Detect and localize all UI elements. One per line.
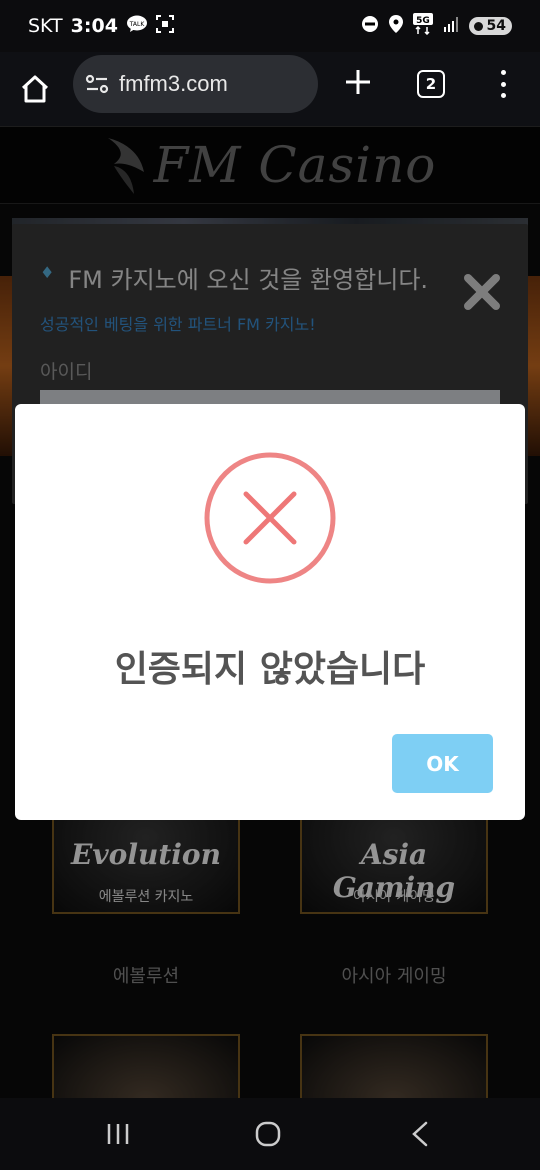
alert-title: 인증되지 않았습니다 <box>114 649 426 690</box>
url-text: fmfm3.com <box>119 71 228 96</box>
home-nav-button[interactable] <box>248 1116 288 1152</box>
clock: 3:04 <box>70 15 118 37</box>
plus-icon <box>346 70 370 94</box>
system-nav-bar <box>0 1098 540 1170</box>
browser-toolbar: fmfm3.com 2 <box>0 52 540 126</box>
tab-switcher-button[interactable]: 2 <box>417 70 445 98</box>
location-icon <box>388 14 403 38</box>
network-label: 5G <box>416 16 430 26</box>
home-icon <box>21 75 49 103</box>
do-not-disturb-icon <box>361 15 379 38</box>
menu-dot-icon <box>500 81 506 87</box>
ok-button[interactable]: OK <box>392 734 493 793</box>
alert-dialog: 인증되지 않았습니다 OK <box>15 404 525 820</box>
screenshot-icon <box>155 14 174 38</box>
svg-text:TALK: TALK <box>129 21 146 28</box>
status-bar: SKT 3:04 TALK 5G 54 <box>0 0 540 52</box>
menu-dot-icon <box>500 70 506 75</box>
network-5g-icon: 5G <box>412 12 433 40</box>
new-tab-button[interactable] <box>338 62 378 102</box>
home-button[interactable] <box>0 52 70 126</box>
carrier-label: SKT <box>28 15 63 37</box>
address-bar[interactable]: fmfm3.com <box>73 55 318 113</box>
home-circle-icon <box>255 1121 281 1147</box>
talk-notification-icon: TALK <box>126 15 148 38</box>
recent-apps-button[interactable] <box>98 1116 138 1152</box>
battery-indicator: 54 <box>468 17 512 35</box>
more-menu-button[interactable] <box>493 66 513 102</box>
error-x-icon <box>204 452 336 584</box>
signal-icon <box>443 15 459 37</box>
back-icon <box>412 1121 428 1147</box>
back-nav-button[interactable] <box>400 1116 440 1152</box>
recent-apps-icon <box>107 1124 129 1144</box>
menu-dot-icon <box>500 93 506 98</box>
site-settings-icon[interactable] <box>85 73 109 95</box>
